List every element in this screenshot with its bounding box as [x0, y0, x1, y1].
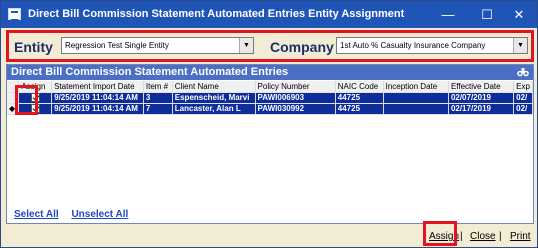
entity-dropdown[interactable]: Regression Test Single Entity ▼: [61, 37, 254, 54]
company-label: Company: [270, 39, 334, 55]
exp-cell: 02/: [513, 103, 533, 115]
policy-number-cell: PAWI030992: [255, 103, 336, 115]
column-header-client-name[interactable]: Client Name: [172, 81, 256, 93]
footer-separator: |: [460, 231, 463, 242]
app-icon: [8, 8, 21, 21]
inception-date-cell: [383, 92, 449, 104]
client-name-cell: Espenscheid, Marvi: [172, 92, 256, 104]
column-header-policy-number[interactable]: Policy Number: [255, 81, 336, 93]
table-row[interactable]: 9/25/2019 11:04:14 AM 3 Espenscheid, Mar…: [7, 92, 533, 104]
effective-date-cell: 02/07/2019: [448, 92, 515, 104]
item-cell: 7: [143, 103, 173, 115]
window-title: Direct Bill Commission Statement Automat…: [28, 8, 405, 20]
title-bar: Direct Bill Commission Statement Automat…: [1, 1, 537, 28]
maximize-button[interactable]: ☐: [469, 1, 505, 28]
entity-company-bar: Entity Regression Test Single Entity ▼ C…: [6, 30, 534, 62]
minimize-button[interactable]: —: [430, 1, 466, 28]
column-header-import-date[interactable]: Statement Import Date: [51, 81, 144, 93]
entity-label: Entity: [14, 39, 53, 55]
inception-date-cell: [383, 103, 449, 115]
import-date-cell: 9/25/2019 11:04:14 AM: [51, 103, 144, 115]
unselect-all-link[interactable]: Unselect All: [71, 209, 128, 220]
binoculars-icon[interactable]: [517, 67, 529, 77]
chevron-down-icon[interactable]: ▼: [239, 38, 253, 53]
table-row[interactable]: ◆ 9/25/2019 11:04:14 AM 7 Lancaster, Ala…: [7, 103, 533, 115]
effective-date-cell: 02/17/2019: [448, 103, 515, 115]
panel-title: Direct Bill Commission Statement Automat…: [11, 66, 289, 78]
exp-cell: 02/: [513, 92, 533, 104]
company-dropdown-value: 1st Auto % Casualty Insurance Company: [340, 41, 486, 50]
column-header-effective-date[interactable]: Effective Date: [448, 81, 515, 93]
footer-separator: |: [499, 231, 502, 242]
entries-grid: Assign Statement Import Date Item # Clie…: [7, 81, 533, 202]
close-button[interactable]: Close: [470, 231, 496, 242]
item-cell: 3: [143, 92, 173, 104]
entries-panel: Direct Bill Commission Statement Automat…: [6, 64, 534, 224]
close-window-button[interactable]: ✕: [501, 1, 537, 28]
panel-header: Direct Bill Commission Statement Automat…: [7, 65, 533, 80]
naic-code-cell: 44725: [335, 103, 384, 115]
client-name-cell: Lancaster, Alan L: [172, 103, 256, 115]
chevron-down-icon[interactable]: ▼: [513, 38, 527, 53]
column-header-inception-date[interactable]: Inception Date: [383, 81, 449, 93]
select-all-link[interactable]: Select All: [14, 209, 59, 220]
selection-links: Select All Unselect All: [14, 209, 138, 220]
assign-button-highlight: [423, 221, 457, 246]
print-button[interactable]: Print: [510, 231, 531, 242]
policy-number-cell: PAWI006903: [255, 92, 336, 104]
column-header-item[interactable]: Item #: [143, 81, 173, 93]
import-date-cell: 9/25/2019 11:04:14 AM: [51, 92, 144, 104]
naic-code-cell: 44725: [335, 92, 384, 104]
column-header-naic-code[interactable]: NAIC Code: [335, 81, 384, 93]
entity-dropdown-value: Regression Test Single Entity: [65, 41, 169, 50]
grid-header-row: Assign Statement Import Date Item # Clie…: [7, 81, 533, 93]
entity-assignment-window: Direct Bill Commission Statement Automat…: [0, 0, 538, 248]
assign-column-highlight: [15, 85, 38, 115]
company-dropdown[interactable]: 1st Auto % Casualty Insurance Company ▼: [336, 37, 528, 54]
column-header-exp[interactable]: Exp: [513, 81, 533, 93]
